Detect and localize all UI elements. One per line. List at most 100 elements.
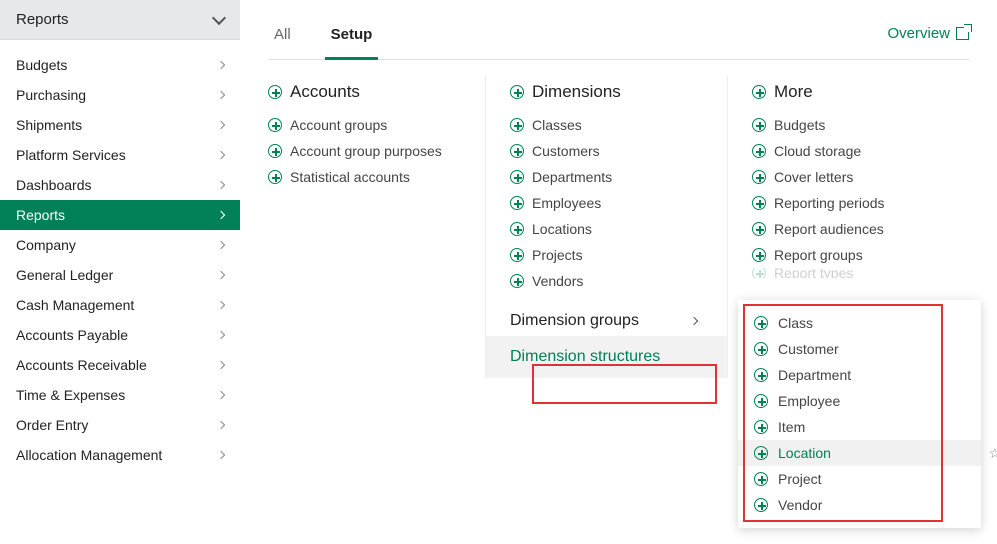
- link-item-label: Projects: [532, 247, 583, 263]
- link-item[interactable]: Report types: [752, 268, 949, 278]
- col-dimensions-title: Dimensions: [532, 82, 621, 102]
- dimension-groups-header[interactable]: Dimension groups: [510, 312, 707, 330]
- dimension-groups-label: Dimension groups: [510, 312, 639, 330]
- plus-circle-icon: [754, 368, 768, 382]
- col-accounts-header[interactable]: Accounts: [268, 82, 465, 102]
- sidebar-item[interactable]: Order Entry: [0, 410, 240, 440]
- link-item[interactable]: Report groups: [752, 242, 949, 268]
- flyout-item[interactable]: Location☆: [738, 440, 981, 466]
- plus-circle-icon: [510, 118, 524, 132]
- plus-circle-icon: [752, 118, 766, 132]
- sidebar-header[interactable]: Reports: [0, 0, 240, 40]
- sidebar-item-label: Allocation Management: [16, 447, 162, 463]
- flyout-item-label: Location: [778, 445, 831, 461]
- sidebar-item[interactable]: Accounts Payable: [0, 320, 240, 350]
- star-icon[interactable]: ☆: [988, 445, 997, 462]
- plus-circle-icon: [754, 472, 768, 486]
- link-item-label: Classes: [532, 117, 582, 133]
- link-item[interactable]: Budgets: [752, 112, 949, 138]
- chevron-right-icon: [690, 317, 698, 325]
- link-item[interactable]: Report audiences: [752, 216, 949, 242]
- link-item-label: Cover letters: [774, 169, 853, 185]
- flyout-item-label: Department: [778, 367, 851, 383]
- link-item[interactable]: Departments: [510, 164, 707, 190]
- col-more-header[interactable]: More: [752, 82, 949, 102]
- plus-circle-icon: [754, 446, 768, 460]
- chevron-right-icon: [217, 181, 225, 189]
- link-item[interactable]: Account group purposes: [268, 138, 465, 164]
- sidebar-item[interactable]: Dashboards: [0, 170, 240, 200]
- link-item[interactable]: Vendors: [510, 268, 707, 294]
- sidebar-item[interactable]: Budgets: [0, 50, 240, 80]
- chevron-right-icon: [217, 301, 225, 309]
- plus-circle-icon: [754, 498, 768, 512]
- link-item[interactable]: Customers: [510, 138, 707, 164]
- plus-circle-icon: [752, 222, 766, 236]
- link-item[interactable]: Reporting periods: [752, 190, 949, 216]
- link-item-label: Vendors: [532, 273, 583, 289]
- sidebar-item-label: Dashboards: [16, 177, 92, 193]
- plus-circle-icon: [268, 144, 282, 158]
- flyout-item[interactable]: Class: [738, 310, 981, 336]
- col-dimensions: Dimensions Classes Customers Departments Em…: [485, 76, 727, 378]
- plus-circle-icon: [268, 170, 282, 184]
- overview-link[interactable]: Overview: [887, 25, 969, 52]
- link-item[interactable]: Employees: [510, 190, 707, 216]
- chevron-right-icon: [217, 151, 225, 159]
- sidebar-item-label: Accounts Payable: [16, 327, 128, 343]
- sidebar-item[interactable]: Shipments: [0, 110, 240, 140]
- sidebar-item[interactable]: Reports: [0, 200, 240, 230]
- chevron-right-icon: [217, 391, 225, 399]
- sidebar-item[interactable]: Purchasing: [0, 80, 240, 110]
- link-item[interactable]: Cover letters: [752, 164, 949, 190]
- sidebar-item[interactable]: Accounts Receivable: [0, 350, 240, 380]
- plus-circle-icon: [754, 394, 768, 408]
- link-item[interactable]: Cloud storage: [752, 138, 949, 164]
- chevron-right-icon: [217, 271, 225, 279]
- chevron-right-icon: [217, 241, 225, 249]
- chevron-right-icon: [217, 361, 225, 369]
- flyout-item[interactable]: Department: [738, 362, 981, 388]
- overview-label: Overview: [887, 25, 950, 42]
- tab-setup[interactable]: Setup: [325, 18, 379, 60]
- plus-circle-icon: [510, 170, 524, 184]
- flyout-item-label: Customer: [778, 341, 839, 357]
- link-item-label: Report groups: [774, 247, 863, 263]
- sidebar-item-label: Time & Expenses: [16, 387, 125, 403]
- sidebar-item[interactable]: General Ledger: [0, 260, 240, 290]
- link-item[interactable]: Account groups: [268, 112, 465, 138]
- flyout-item-label: Project: [778, 471, 822, 487]
- flyout-item[interactable]: Project: [738, 466, 981, 492]
- plus-circle-icon: [754, 420, 768, 434]
- plus-circle-icon: [268, 118, 282, 132]
- col-more-title: More: [774, 82, 813, 102]
- plus-circle-icon: [510, 196, 524, 210]
- dimension-structures-row[interactable]: Dimension structures: [486, 336, 727, 378]
- link-item-label: Budgets: [774, 117, 825, 133]
- flyout-item[interactable]: Employee: [738, 388, 981, 414]
- flyout-item[interactable]: Customer: [738, 336, 981, 362]
- flyout-item[interactable]: Item: [738, 414, 981, 440]
- link-item[interactable]: Projects: [510, 242, 707, 268]
- link-item-label: Account group purposes: [290, 143, 442, 159]
- flyout-item[interactable]: Vendor: [738, 492, 981, 518]
- sidebar-item[interactable]: Cash Management: [0, 290, 240, 320]
- tab-all[interactable]: All: [268, 18, 297, 59]
- link-item[interactable]: Classes: [510, 112, 707, 138]
- col-dimensions-header[interactable]: Dimensions: [510, 82, 707, 102]
- plus-circle-icon: [268, 85, 282, 99]
- plus-circle-icon: [510, 274, 524, 288]
- sidebar-item-label: General Ledger: [16, 267, 113, 283]
- sidebar-item[interactable]: Time & Expenses: [0, 380, 240, 410]
- chevron-right-icon: [217, 211, 225, 219]
- sidebar-item[interactable]: Company: [0, 230, 240, 260]
- link-item-label: Departments: [532, 169, 612, 185]
- sidebar-item[interactable]: Allocation Management: [0, 440, 240, 470]
- link-item[interactable]: Statistical accounts: [268, 164, 465, 190]
- chevron-right-icon: [217, 121, 225, 129]
- plus-circle-icon: [510, 144, 524, 158]
- sidebar-item-label: Shipments: [16, 117, 82, 133]
- sidebar-item[interactable]: Platform Services: [0, 140, 240, 170]
- link-item[interactable]: Locations: [510, 216, 707, 242]
- sidebar-item-label: Accounts Receivable: [16, 357, 147, 373]
